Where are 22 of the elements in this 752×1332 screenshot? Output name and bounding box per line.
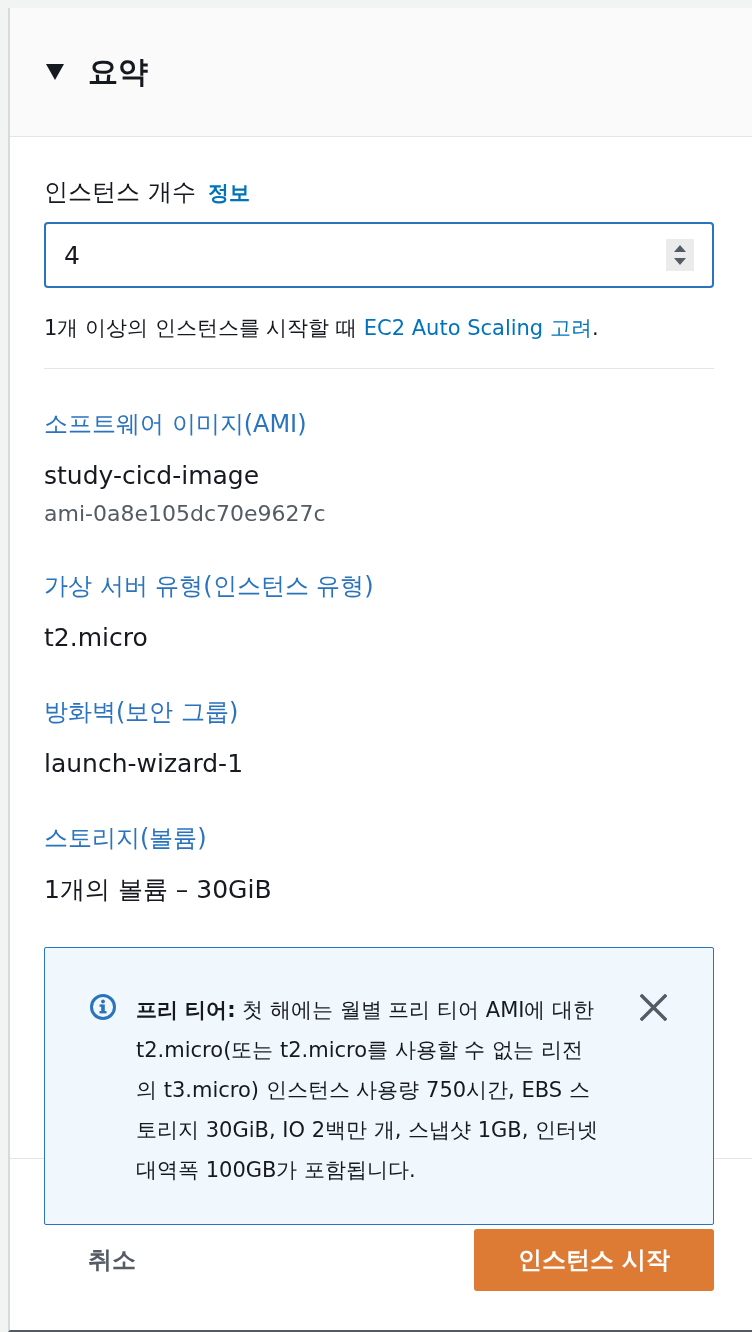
alert-text: 프리 티어: 첫 해에는 월별 프리 티어 AMI에 대한 t2.micro(또는 t2.micro를 사용할 수 없는 리전의 t3.micro) 인스턴스 사용량 750시간, EBS 스토리지 30GiB, IO 2백만 개, 스냅샷 1GB, 인터넷 대역폭 100GB가 포함됩니다. xyxy=(136,997,600,1184)
spinner-icon[interactable] xyxy=(666,239,694,271)
help-text: 1개 이상의 인스턴스를 시작할 때 EC2 Auto Scaling 고려. xyxy=(44,315,599,342)
field-label: 인스턴스 개수 xyxy=(44,177,196,207)
section-link[interactable]: 소프트웨어 이미지(AMI) xyxy=(44,409,307,439)
section-value: study-cicd-image xyxy=(44,461,260,491)
section-link[interactable]: 방화벽(보안 그룹) xyxy=(44,697,239,727)
section-value: launch-wizard-1 xyxy=(44,749,244,779)
panel-title: 요약 xyxy=(88,53,148,91)
launch-button[interactable]: 인스턴스 시작 xyxy=(474,1229,714,1291)
close-icon[interactable] xyxy=(640,994,667,1021)
section-value: 1개의 볼륨 – 30GiB xyxy=(44,875,272,905)
info-link[interactable]: 정보 xyxy=(207,178,250,208)
number-input[interactable]: 4 xyxy=(44,222,714,288)
caret-down-icon[interactable] xyxy=(46,64,64,80)
ami-id-text: ami-0a8e105dc70e9627c xyxy=(44,501,326,527)
section-value: t2.micro xyxy=(44,623,148,653)
cancel-button[interactable]: 취소 xyxy=(88,1242,136,1278)
auto-scaling-link[interactable]: EC2 Auto Scaling 고려 xyxy=(363,316,592,340)
section-link[interactable]: 가상 서버 유형(인스턴스 유형) xyxy=(44,571,374,601)
info-icon xyxy=(90,994,116,1020)
section-link[interactable]: 스토리지(볼륨) xyxy=(44,823,207,853)
